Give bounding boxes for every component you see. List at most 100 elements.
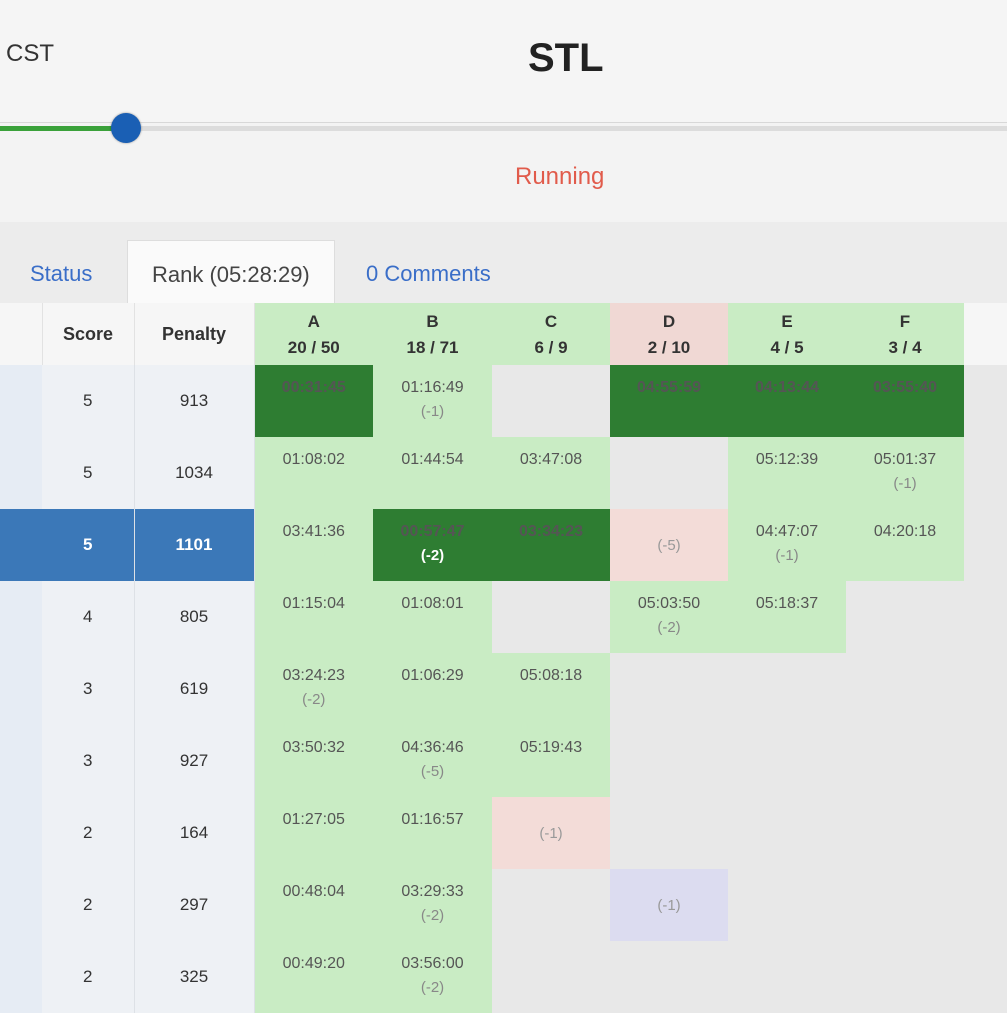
tab-status[interactable]: Status bbox=[6, 240, 116, 304]
row-filler bbox=[964, 581, 1007, 653]
accepted-time: 05:18:37 bbox=[755, 595, 819, 612]
problem-stats: 20 / 50 bbox=[287, 338, 340, 357]
accepted-time: 03:50:32 bbox=[282, 739, 345, 756]
problem-cell-e[interactable]: 05:18:37 bbox=[728, 581, 846, 653]
accepted-time: 01:08:01 bbox=[401, 595, 464, 612]
team-score: 3 bbox=[42, 653, 135, 725]
team-score: 2 bbox=[42, 941, 135, 1013]
accepted-time: 01:16:57 bbox=[401, 811, 464, 828]
problem-cell-a[interactable]: 01:15:04 bbox=[254, 581, 373, 653]
team-row[interactable]: 2 164 01:27:05 01:16:57 (-1) bbox=[0, 797, 1007, 869]
wrong-attempts: (-1) bbox=[539, 824, 563, 842]
accepted-time: 01:08:02 bbox=[282, 451, 345, 468]
problem-cell-a[interactable]: 01:27:05 bbox=[254, 797, 373, 869]
problem-cell-c[interactable]: 03:47:08 bbox=[492, 437, 610, 509]
problem-cell-b[interactable]: 01:16:49 (-1) bbox=[373, 365, 492, 437]
team-row[interactable]: 5 1034 01:08:02 01:44:54 03:47:08 05:12:39 05:… bbox=[0, 437, 1007, 509]
problem-cell-f bbox=[846, 653, 964, 725]
problem-cell-b[interactable]: 01:06:29 bbox=[373, 653, 492, 725]
team-row[interactable]: 2 297 00:48:04 03:29:33 (-2) (-1) bbox=[0, 869, 1007, 941]
problem-cell-b[interactable]: 01:16:57 bbox=[373, 797, 492, 869]
team-row[interactable]: 3 927 03:50:32 04:36:46 (-5) 05:19:43 bbox=[0, 725, 1007, 797]
problem-cell-c bbox=[492, 941, 610, 1013]
problem-cell-a[interactable]: 03:41:36 bbox=[254, 509, 373, 581]
problem-letter: B bbox=[426, 312, 439, 331]
problem-cell-f[interactable]: 05:01:37 (-1) bbox=[846, 437, 964, 509]
contest-progress-handle[interactable] bbox=[110, 113, 141, 143]
problem-cell-b[interactable]: 04:36:46 (-5) bbox=[373, 725, 492, 797]
problem-cell-e bbox=[728, 797, 846, 869]
problem-cell-f[interactable]: 03:55:40 bbox=[846, 365, 964, 437]
problem-cell-f[interactable]: 04:20:18 bbox=[846, 509, 964, 581]
problem-cell-e[interactable]: 04:13:44 bbox=[728, 365, 846, 437]
team-rank-cell bbox=[0, 509, 42, 581]
problem-header-f[interactable]: F 3 / 4 bbox=[846, 303, 964, 365]
problem-cell-d[interactable]: 05:03:50 (-2) bbox=[610, 581, 728, 653]
problem-cell-e[interactable]: 04:47:07 (-1) bbox=[728, 509, 846, 581]
problem-letter: F bbox=[899, 312, 911, 331]
team-penalty: 805 bbox=[134, 581, 255, 653]
problem-cell-a[interactable]: 00:49:20 bbox=[254, 941, 373, 1013]
accepted-time: 03:47:08 bbox=[519, 451, 583, 468]
team-row[interactable]: 3 619 03:24:23 (-2) 01:06:29 05:08:18 bbox=[0, 653, 1007, 725]
team-score: 5 bbox=[42, 437, 135, 509]
team-score: 3 bbox=[42, 725, 135, 797]
problem-cell-c[interactable]: 05:08:18 bbox=[492, 653, 610, 725]
problem-header-c[interactable]: C 6 / 9 bbox=[492, 303, 610, 365]
problem-cell-a[interactable]: 00:31:45 bbox=[254, 365, 373, 437]
accepted-time: 01:06:29 bbox=[401, 667, 464, 684]
accepted-time: 05:19:43 bbox=[519, 739, 583, 756]
team-row[interactable]: 4 805 01:15:04 01:08:01 05:03:50 (-2) 05:18:37 bbox=[0, 581, 1007, 653]
problem-cell-e[interactable]: 05:12:39 bbox=[728, 437, 846, 509]
accepted-time: 04:47:07 bbox=[755, 523, 819, 540]
team-row[interactable]: 5 913 00:31:45 01:16:49 (-1) 04:55:59 04:13:44… bbox=[0, 365, 1007, 437]
problem-cell-a[interactable]: 03:24:23 (-2) bbox=[254, 653, 373, 725]
accepted-time: 00:57:47 bbox=[400, 523, 465, 540]
contest-title-bar: CST STL bbox=[0, 0, 1007, 123]
problem-cell-b[interactable]: 01:08:01 bbox=[373, 581, 492, 653]
team-score: 5 bbox=[42, 365, 135, 437]
accepted-time: 04:13:44 bbox=[754, 379, 820, 396]
tab-rank[interactable]: Rank (05:28:29) bbox=[127, 240, 335, 305]
problem-cell-d[interactable]: (-5) bbox=[610, 509, 728, 581]
problem-header-a[interactable]: A 20 / 50 bbox=[254, 303, 373, 365]
problem-letter: E bbox=[781, 312, 793, 331]
accepted-time: 04:55:59 bbox=[636, 379, 702, 396]
problem-cell-b[interactable]: 03:29:33 (-2) bbox=[373, 869, 492, 941]
problem-cell-c bbox=[492, 365, 610, 437]
penalty-header[interactable]: Penalty bbox=[134, 303, 255, 365]
tab-comments[interactable]: 0 Comments bbox=[342, 240, 515, 304]
problem-cell-e bbox=[728, 941, 846, 1013]
team-row[interactable]: 2 325 00:49:20 03:56:00 (-2) bbox=[0, 941, 1007, 1013]
contest-progress-fill bbox=[0, 126, 126, 131]
row-filler bbox=[964, 437, 1007, 509]
problem-cell-c[interactable]: 05:19:43 bbox=[492, 725, 610, 797]
problem-cell-f bbox=[846, 941, 964, 1013]
problem-cell-e bbox=[728, 653, 846, 725]
problem-cell-a[interactable]: 00:48:04 bbox=[254, 869, 373, 941]
problem-cell-a[interactable]: 01:08:02 bbox=[254, 437, 373, 509]
accepted-time: 00:31:45 bbox=[281, 379, 346, 396]
team-row[interactable]: 5 1101 03:41:36 00:57:47 (-2) 03:34:23 (-5) 04:… bbox=[0, 509, 1007, 581]
problem-cell-b[interactable]: 03:56:00 (-2) bbox=[373, 941, 492, 1013]
header-filler bbox=[964, 303, 1007, 365]
team-penalty: 927 bbox=[134, 725, 255, 797]
accepted-time: 00:48:04 bbox=[282, 883, 345, 900]
problem-cell-b[interactable]: 01:44:54 bbox=[373, 437, 492, 509]
problem-header-b[interactable]: B 18 / 71 bbox=[373, 303, 492, 365]
accepted-time: 03:41:36 bbox=[282, 523, 345, 540]
problem-cell-c[interactable]: (-1) bbox=[492, 797, 610, 869]
contest-progress-bar[interactable] bbox=[0, 113, 1007, 143]
wrong-attempts: (-2) bbox=[657, 619, 681, 636]
problem-cell-d[interactable]: 04:55:59 bbox=[610, 365, 728, 437]
problem-cell-b[interactable]: 00:57:47 (-2) bbox=[373, 509, 492, 581]
problem-cell-d[interactable]: (-1) bbox=[610, 869, 728, 941]
score-header[interactable]: Score bbox=[42, 303, 135, 365]
problem-cell-a[interactable]: 03:50:32 bbox=[254, 725, 373, 797]
team-rank-cell bbox=[0, 437, 42, 509]
problem-cell-f bbox=[846, 869, 964, 941]
problem-header-e[interactable]: E 4 / 5 bbox=[728, 303, 846, 365]
problem-header-d[interactable]: D 2 / 10 bbox=[610, 303, 728, 365]
problem-cell-c[interactable]: 03:34:23 bbox=[492, 509, 610, 581]
row-filler bbox=[964, 725, 1007, 797]
